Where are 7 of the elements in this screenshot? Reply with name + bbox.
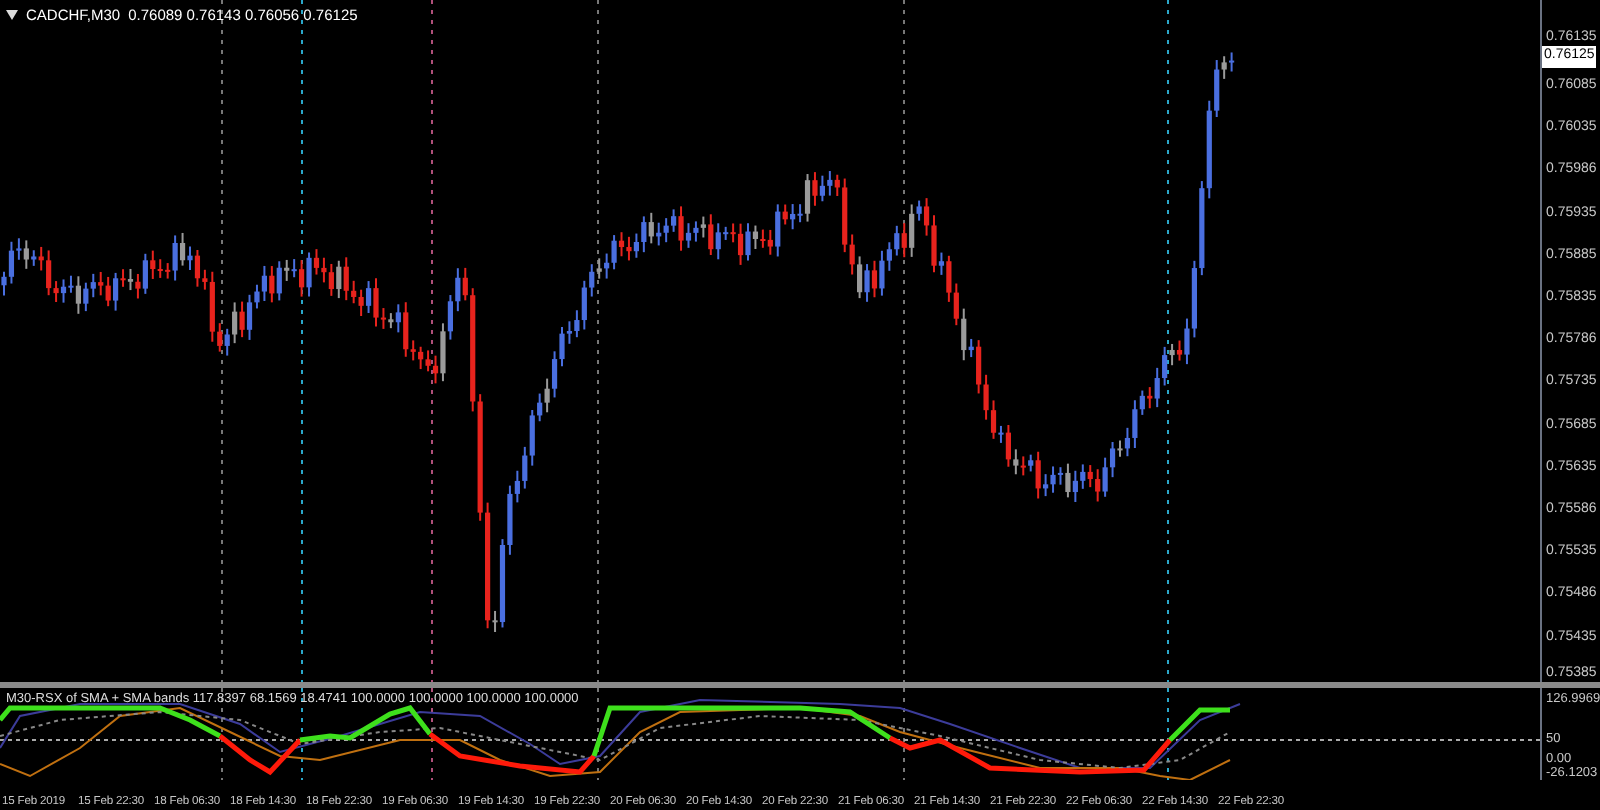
period-separator-line bbox=[431, 688, 433, 780]
period-separator-line bbox=[301, 688, 303, 780]
period-separator-line bbox=[221, 688, 223, 780]
period-separator-line bbox=[903, 688, 905, 780]
dropdown-triangle-icon[interactable] bbox=[6, 10, 18, 21]
period-separator-line bbox=[1167, 688, 1169, 780]
period-separator-line bbox=[597, 688, 599, 780]
